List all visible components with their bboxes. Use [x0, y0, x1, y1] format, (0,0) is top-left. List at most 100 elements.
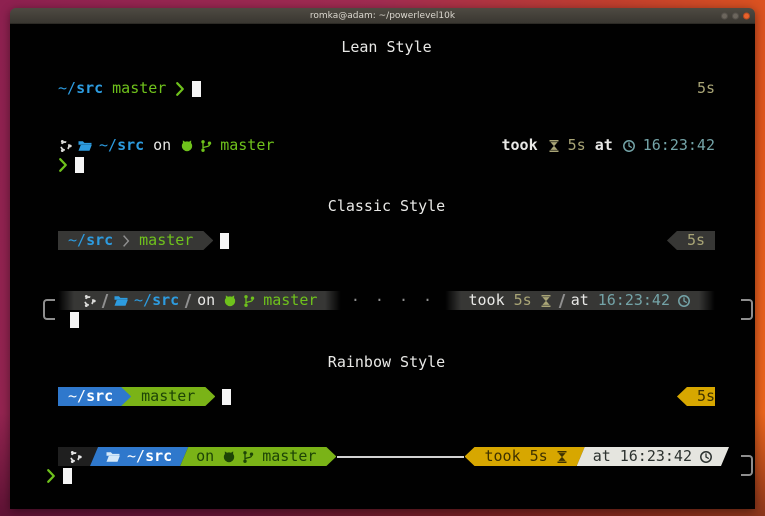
duration-label: 5s [568, 136, 586, 155]
hourglass-icon [539, 294, 553, 308]
github-icon [223, 294, 237, 308]
prompt-rainbow-twoline: ~/src on master took 5s at 16:23:42 [58, 447, 715, 485]
dir-name: src [152, 291, 179, 309]
terminal-window: romka@adam: ~/powerlevel10k Lean Style ~… [10, 8, 755, 509]
folder-icon [106, 450, 120, 464]
took-label: took [469, 291, 505, 310]
prompt-chevron-icon [58, 157, 68, 173]
slash-separator [185, 294, 192, 308]
hourglass-icon [555, 450, 569, 464]
dir-path: ~/src [58, 79, 103, 98]
rainbow-segment-time: at 16:23:42 [577, 447, 729, 466]
dir-prefix: ~/ [68, 387, 86, 405]
time-label: 16:23:42 [598, 291, 670, 310]
cursor-block [192, 81, 201, 97]
rainbow-segment-dir: ~/src [58, 387, 131, 406]
dir-name: src [117, 136, 144, 154]
clock-icon [622, 139, 636, 153]
cursor-block [222, 389, 231, 405]
github-icon [180, 139, 194, 153]
prompt-frame-right [741, 299, 753, 320]
prompt-input-line [58, 310, 715, 329]
git-branch-icon [199, 139, 213, 153]
rainbow-segment-duration: 5s [677, 387, 715, 406]
window-title: romka@adam: ~/powerlevel10k [310, 11, 455, 21]
filler-line [337, 456, 463, 458]
rainbow-segment-dir: ~/src [90, 447, 188, 466]
rainbow-segment-git: master [121, 387, 215, 406]
prompt-lean-twoline: ~/src on master took 5s at 16:23:42 [58, 136, 715, 174]
dir-prefix: ~/ [127, 447, 145, 465]
prompt-classic-oneline: ~/src master 5s [58, 231, 715, 250]
clock-icon [677, 294, 691, 308]
git-branch-label: master [262, 447, 316, 466]
dir-name: src [76, 79, 103, 97]
dir-name: src [86, 387, 113, 405]
slash-separator [102, 294, 109, 308]
git-branch-label: master [112, 79, 166, 98]
powerline-segment-left: ~/src on master [58, 291, 341, 310]
prompt-line: ~/src on master · · · · took 5s at 16:23… [58, 291, 715, 310]
section-heading-lean: Lean Style [58, 38, 715, 57]
at-label: at [571, 291, 589, 310]
prompt-input-line [58, 466, 715, 485]
git-branch-label: master [139, 231, 193, 250]
section-heading-classic: Classic Style [58, 197, 715, 216]
dir-prefix: ~/ [134, 291, 152, 309]
dir-prefix: ~/ [58, 79, 76, 97]
on-label: on [196, 447, 214, 466]
ubuntu-logo-icon [68, 450, 82, 464]
prompt-classic-twoline: ~/src on master · · · · took 5s at 16:23… [58, 291, 715, 329]
dir-name: src [145, 447, 172, 465]
github-icon [222, 450, 236, 464]
dir-prefix: ~/ [68, 231, 86, 249]
prompt-chevron-icon [46, 468, 56, 484]
powerline-segment-right: took 5s at 16:23:42 [445, 291, 716, 310]
rainbow-segment-duration: took 5s [465, 447, 585, 466]
duration-label: 5s [697, 387, 715, 406]
terminal-content[interactable]: Lean Style ~/src master 5s ~/src on mast… [10, 24, 755, 509]
clock-icon [699, 450, 713, 464]
on-label: on [153, 136, 171, 155]
folder-icon [78, 139, 92, 153]
cursor-block [220, 233, 229, 249]
cursor-block [63, 468, 72, 484]
cursor-block [70, 312, 79, 328]
cursor-block [75, 157, 84, 173]
folder-icon [114, 294, 128, 308]
git-branch-label: master [141, 387, 195, 406]
powerline-segment-duration: 5s [667, 231, 715, 250]
dir-name: src [86, 231, 113, 249]
dir-path: ~/src [99, 136, 144, 155]
dir-path: ~/src [68, 387, 113, 406]
duration-label: 5s [697, 79, 715, 98]
dir-path: ~/src [68, 231, 113, 250]
window-titlebar[interactable]: romka@adam: ~/powerlevel10k [10, 8, 755, 24]
at-label: at [593, 447, 611, 466]
minimize-button[interactable] [721, 12, 728, 19]
ubuntu-logo-icon [82, 294, 96, 308]
dir-path: ~/src [134, 291, 179, 310]
prompt-line: ~/src on master took 5s at 16:23:42 [58, 447, 715, 466]
prompt-chevron-icon [175, 81, 185, 97]
powerline-segment-dir-git: ~/src master [58, 231, 213, 250]
git-branch-icon [242, 294, 256, 308]
section-heading-rainbow: Rainbow Style [58, 353, 715, 372]
took-label: took [485, 447, 521, 466]
filler-dots: · · · · [341, 291, 444, 310]
maximize-button[interactable] [732, 12, 739, 19]
duration-label: 5s [530, 447, 548, 466]
duration-label: 5s [687, 231, 705, 250]
git-branch-label: master [220, 136, 274, 155]
duration-label: 5s [514, 291, 532, 310]
dir-prefix: ~/ [99, 136, 117, 154]
ubuntu-logo-icon [58, 139, 72, 153]
prompt-frame-right [741, 455, 753, 476]
git-branch-label: master [263, 291, 317, 310]
on-label: on [197, 291, 215, 310]
close-button[interactable] [743, 12, 750, 19]
took-label: took [502, 136, 538, 155]
prompt-input-line [58, 155, 715, 174]
prompt-rainbow-oneline: ~/src master 5s [58, 387, 715, 406]
window-controls [721, 12, 750, 19]
